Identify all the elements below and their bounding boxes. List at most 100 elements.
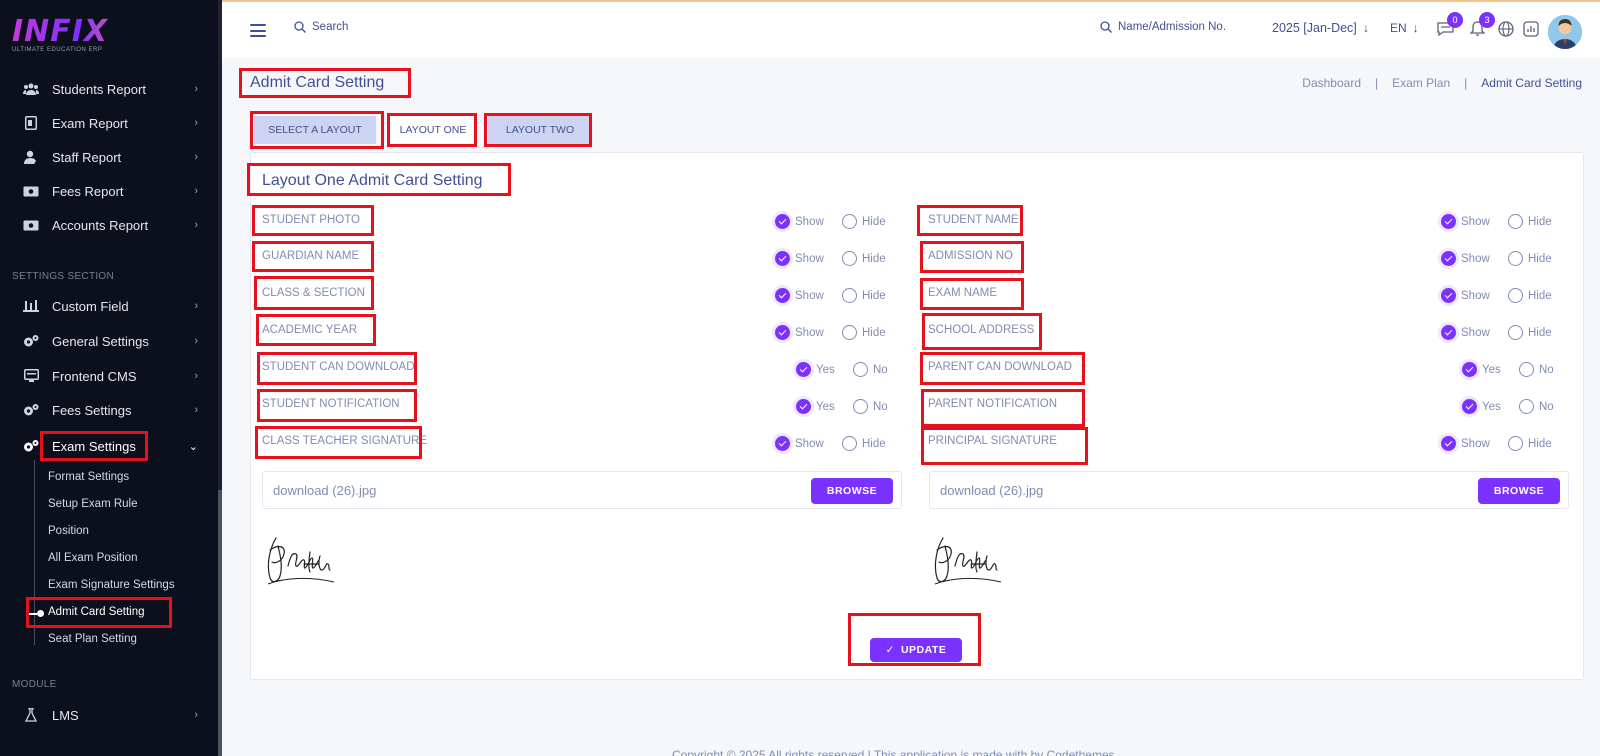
submenu-item-setup-exam-rule[interactable]: Setup Exam Rule — [48, 498, 138, 510]
admission-no-hide-radio[interactable]: Hide — [1508, 251, 1552, 266]
guardian-name-show-radio[interactable]: Show — [775, 251, 824, 266]
language-select[interactable]: EN ↓ — [1390, 21, 1419, 35]
sidebar-item-frontend-cms[interactable]: Frontend CMS › — [0, 361, 218, 391]
option-label: Show — [795, 289, 824, 302]
field-label-student-name: STUDENT NAME — [928, 214, 1019, 226]
class-teacher-signature-image — [267, 537, 335, 585]
exam-name-show-radio[interactable]: Show — [1441, 288, 1490, 303]
notifications-icon[interactable]: 3 — [1468, 12, 1495, 38]
field-label-guardian-name: GUARDIAN NAME — [262, 250, 360, 262]
messages-icon[interactable]: 0 — [1436, 12, 1463, 38]
radio-checked — [1441, 436, 1456, 451]
radio-checked — [1462, 362, 1477, 377]
student-photo-hide-radio[interactable]: Hide — [842, 214, 886, 229]
field-label-principal-signature: PRINCIPAL SIGNATURE — [928, 435, 1057, 447]
option-label: Yes — [1482, 400, 1501, 413]
submenu-item-position[interactable]: Position — [48, 525, 89, 537]
principal-signature-show-radio[interactable]: Show — [1441, 436, 1490, 451]
sidebar-scrollbar-thumb[interactable] — [218, 490, 222, 756]
browse-button[interactable]: BROWSE — [811, 478, 893, 504]
field-label-parent-can-download: PARENT CAN DOWNLOAD — [928, 361, 1072, 373]
sidebar-item-exam-settings[interactable]: Exam Settings ⌄ — [0, 431, 218, 461]
class-section-show-radio[interactable]: Show — [775, 288, 824, 303]
academic-year-show-radio[interactable]: Show — [775, 325, 824, 340]
sidebar-item-accounts-report[interactable]: Accounts Report › — [0, 210, 218, 240]
option-label: Hide — [1528, 252, 1552, 265]
student-photo-show-radio[interactable]: Show — [775, 214, 824, 229]
student-name-show-radio[interactable]: Show — [1441, 214, 1490, 229]
student-notification-yes-radio[interactable]: Yes — [796, 399, 835, 414]
student-name-hide-radio[interactable]: Hide — [1508, 214, 1552, 229]
sidebar-item-fees-settings[interactable]: Fees Settings › — [0, 395, 218, 425]
guardian-name-hide-radio[interactable]: Hide — [842, 251, 886, 266]
tab-layout-one[interactable]: LAYOUT ONE — [390, 116, 476, 144]
radio-unchecked — [842, 214, 857, 229]
option-label: Show — [795, 215, 824, 228]
radio-unchecked — [853, 362, 868, 377]
sidebar-item-label: Fees Report — [52, 183, 124, 199]
submenu-item-all-exam-position[interactable]: All Exam Position — [48, 552, 137, 564]
principal-signature-hide-radio[interactable]: Hide — [1508, 436, 1552, 451]
sidebar-item-general-settings[interactable]: General Settings › — [0, 326, 218, 356]
sidebar-item-staff-report[interactable]: Staff Report › — [0, 142, 218, 172]
exam-name-hide-radio[interactable]: Hide — [1508, 288, 1552, 303]
radio-checked — [1441, 325, 1456, 340]
parent-notification-yes-radio[interactable]: Yes — [1462, 399, 1501, 414]
radio-unchecked — [853, 399, 868, 414]
sidebar-item-label: Accounts Report — [52, 217, 149, 233]
sidebar-item-students-report[interactable]: Students Report › — [0, 74, 218, 104]
sidebar-item-lms[interactable]: LMS › — [0, 700, 218, 730]
student-search-input[interactable]: Name/Admission No. — [1100, 21, 1226, 33]
sidebar-item-label: Exam Settings — [52, 438, 136, 454]
gears-icon — [22, 333, 40, 349]
student-can-download-no-radio[interactable]: No — [853, 362, 888, 377]
session-select[interactable]: 2025 [Jan-Dec] ↓ — [1272, 21, 1369, 35]
option-label: Hide — [862, 215, 886, 228]
parent-can-download-yes-radio[interactable]: Yes — [1462, 362, 1501, 377]
submenu-item-exam-signature-settings[interactable]: Exam Signature Settings — [48, 579, 175, 591]
update-button[interactable]: ✓ UPDATE — [870, 638, 962, 662]
field-label-exam-name: EXAM NAME — [928, 287, 998, 299]
app-logo[interactable]: INFIX ULTIMATE EDUCATION ERP — [12, 14, 122, 62]
search-button[interactable]: Search — [294, 21, 348, 33]
submenu-item-format-settings[interactable]: Format Settings — [48, 471, 129, 483]
submenu-item-seat-plan-setting[interactable]: Seat Plan Setting — [48, 633, 137, 645]
radio-unchecked — [842, 288, 857, 303]
option-label: No — [1539, 400, 1554, 413]
logo-text: INFIX — [12, 14, 122, 49]
sidebar-item-custom-field[interactable]: Custom Field › — [0, 291, 218, 321]
student-can-download-yes-radio[interactable]: Yes — [796, 362, 835, 377]
sidebar-item-label: Students Report — [52, 81, 146, 97]
radio-unchecked — [1519, 362, 1534, 377]
tab-layout-two[interactable]: LAYOUT TWO — [488, 116, 592, 144]
avatar[interactable] — [1548, 15, 1582, 49]
sidebar-item-exam-report[interactable]: Exam Report › — [0, 108, 218, 138]
submenu-item-admit-card-setting[interactable]: Admit Card Setting — [48, 606, 145, 618]
globe-icon[interactable] — [1497, 20, 1515, 38]
school-address-show-radio[interactable]: Show — [1441, 325, 1490, 340]
sidebar-item-fees-report[interactable]: Fees Report › — [0, 176, 218, 206]
breadcrumb-dashboard[interactable]: Dashboard — [1302, 76, 1361, 90]
search-icon — [294, 21, 306, 33]
monitor-icon — [22, 368, 40, 384]
class-teacher-signature-file-input[interactable]: download (26).jpg BROWSE — [262, 471, 902, 509]
school-address-hide-radio[interactable]: Hide — [1508, 325, 1552, 340]
chevron-right-icon: › — [194, 117, 198, 129]
parent-can-download-no-radio[interactable]: No — [1519, 362, 1554, 377]
student-notification-no-radio[interactable]: No — [853, 399, 888, 414]
tab-select-a-layout[interactable]: SELECT A LAYOUT — [254, 116, 376, 144]
academic-year-hide-radio[interactable]: Hide — [842, 325, 886, 340]
menu-toggle-icon[interactable] — [250, 24, 266, 37]
principal-signature-file-input[interactable]: download (26).jpg BROWSE — [929, 471, 1569, 509]
chart-icon[interactable] — [1522, 20, 1540, 38]
admission-no-show-radio[interactable]: Show — [1441, 251, 1490, 266]
class-teacher-signature-show-radio[interactable]: Show — [775, 436, 824, 451]
parent-notification-no-radio[interactable]: No — [1519, 399, 1554, 414]
browse-button[interactable]: BROWSE — [1478, 478, 1560, 504]
radio-unchecked — [1508, 436, 1523, 451]
class-teacher-signature-hide-radio[interactable]: Hide — [842, 436, 886, 451]
radio-checked — [775, 325, 790, 340]
student-search-placeholder: Name/Admission No. — [1118, 21, 1227, 33]
breadcrumb-exam-plan[interactable]: Exam Plan — [1392, 76, 1450, 90]
class-section-hide-radio[interactable]: Hide — [842, 288, 886, 303]
